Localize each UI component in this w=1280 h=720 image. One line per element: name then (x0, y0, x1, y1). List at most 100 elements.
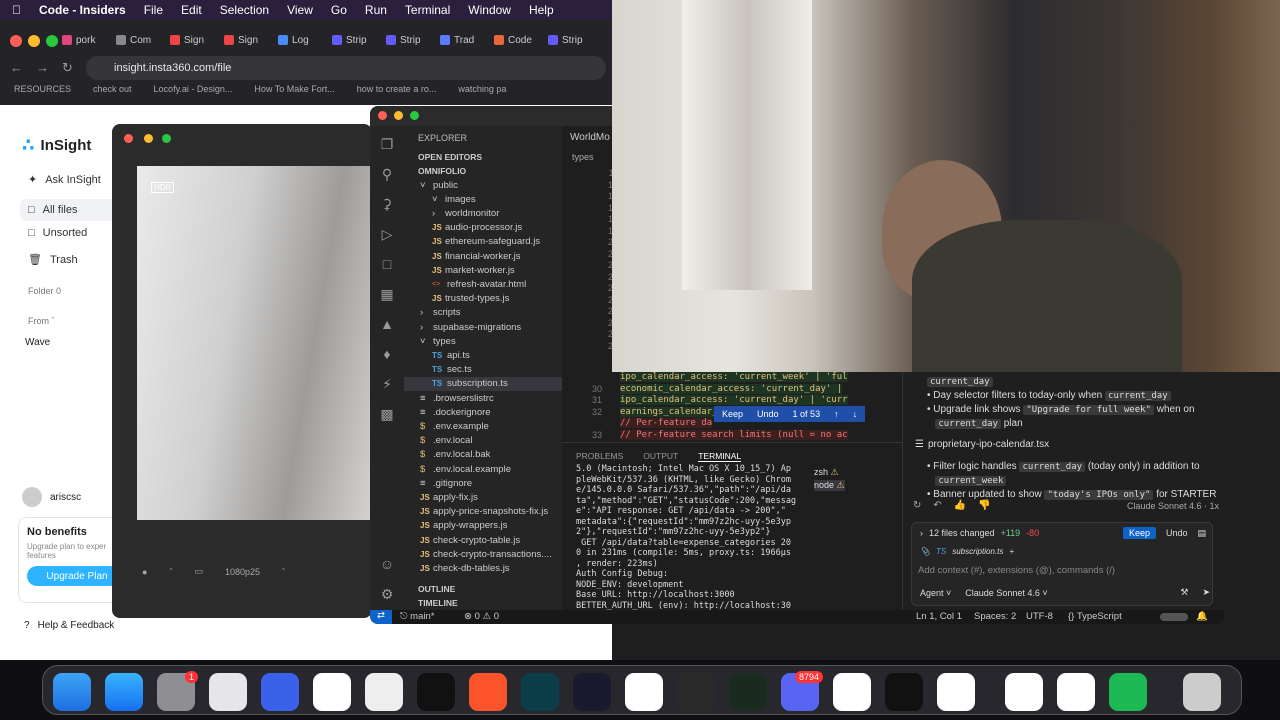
undo-all-button[interactable]: Undo (1162, 527, 1192, 539)
tree-item[interactable]: TS sec.ts (404, 363, 562, 377)
menu-window[interactable]: Window (468, 3, 511, 17)
menu-selection[interactable]: Selection (220, 3, 269, 17)
deploy-icon[interactable]: ⚡ (378, 376, 396, 394)
code-line[interactable]: // Per-feature search limits (null = no … (620, 429, 848, 440)
capcut-icon[interactable] (1057, 673, 1095, 711)
trash-icon[interactable] (1183, 673, 1221, 711)
cursor-position[interactable]: Ln 1, Col 1 (916, 611, 962, 622)
tree-item[interactable]: $ .env.local (404, 434, 562, 448)
editor-tab[interactable]: WorldMo (570, 132, 610, 143)
outline-section[interactable]: OUTLINE (404, 582, 562, 596)
model-selector[interactable]: Claude Sonnet 4.6 ˅ (965, 588, 1047, 598)
reload-icon[interactable]: ↻ (62, 60, 73, 76)
chat-input[interactable]: Add context (#), extensions (@), command… (918, 565, 1115, 576)
menu-file[interactable]: File (144, 3, 163, 17)
diff-view-icon[interactable]: ▤ (1197, 528, 1206, 539)
timeline-section[interactable]: TIMELINE (404, 596, 562, 610)
help-feedback[interactable]: ? Help & Feedback (24, 620, 114, 631)
code-line[interactable]: earnings_calendar_ (620, 406, 718, 417)
code-line[interactable]: // Per-feature da (620, 418, 713, 428)
tree-item[interactable]: ˅ public (404, 178, 562, 192)
chatgpt-alt-icon[interactable] (729, 673, 767, 711)
photos-icon[interactable] (313, 673, 351, 711)
bookmark-item[interactable]: check out (93, 84, 132, 94)
project-section[interactable]: OMNIFOLIO (404, 164, 562, 178)
browser-tab[interactable]: Log (278, 29, 328, 51)
tree-item[interactable]: TS api.ts (404, 348, 562, 362)
close-window-button[interactable] (124, 134, 133, 143)
arrow-down-icon[interactable]: ↓ (853, 409, 858, 419)
maximize-window-button[interactable] (162, 134, 171, 143)
browser-tab[interactable]: Strip (548, 29, 598, 51)
code-line[interactable]: ipo_calendar_access: 'current_day' | 'cu… (620, 395, 848, 405)
testing-icon[interactable]: ▲ (378, 316, 396, 334)
tree-item[interactable]: JS audio-processor.js (404, 221, 562, 235)
vscode-insiders-icon[interactable] (833, 673, 871, 711)
camera-icon[interactable]: ▭ (194, 566, 203, 577)
menu-terminal[interactable]: Terminal (405, 3, 450, 17)
explorer-icon[interactable]: ❐ (378, 136, 396, 154)
browser-tab[interactable]: Trad (440, 29, 490, 51)
tree-item[interactable]: ˅ types (404, 334, 562, 348)
tree-item[interactable]: JS financial-worker.js (404, 249, 562, 263)
back-icon[interactable]: ← (10, 60, 23, 75)
tree-item[interactable]: JS trusted-types.js (404, 292, 562, 306)
nav-ask-insight[interactable]: ✦ Ask InSight (28, 173, 101, 187)
retry-icon[interactable]: ↻ (913, 500, 921, 511)
cursor-icon[interactable] (521, 673, 559, 711)
quality-selector[interactable]: 1080p25 (225, 567, 260, 577)
remote-explorer-icon[interactable]: □ (378, 256, 396, 274)
send-icon[interactable]: ➤ (1202, 587, 1210, 598)
nav-trash[interactable]: 🗑 Trash (28, 253, 78, 267)
tree-item[interactable]: TS subscription.ts (404, 376, 562, 391)
menu-edit[interactable]: Edit (181, 3, 202, 17)
undo-change-button[interactable]: Undo (757, 409, 779, 419)
menu-view[interactable]: View (287, 3, 313, 17)
video-frame[interactable]: HDR (137, 166, 372, 520)
mode-selector[interactable]: Agent ˅ (920, 588, 951, 598)
minimize-window-button[interactable] (144, 134, 153, 143)
chevron-up-icon[interactable]: ˆ (282, 567, 285, 577)
tree-item[interactable]: ≡ .browserslistrc (404, 391, 562, 405)
tree-item[interactable]: ≡ .gitignore (404, 476, 562, 490)
user-profile[interactable]: ariscsc (22, 487, 81, 507)
chatgpt-icon[interactable] (937, 673, 975, 711)
chevron-up-icon[interactable]: ˆ (169, 567, 172, 577)
extensions-icon[interactable]: ▦ (378, 286, 396, 304)
finder-icon[interactable] (53, 673, 91, 711)
gmail-icon[interactable] (365, 673, 403, 711)
tree-item[interactable]: <> refresh-avatar.html (404, 277, 562, 291)
copilot-toggle[interactable] (1160, 613, 1188, 621)
tree-item[interactable]: JS market-worker.js (404, 263, 562, 277)
yandex-icon[interactable] (1005, 673, 1043, 711)
settings-gear-icon[interactable]: ⚙ (378, 586, 396, 604)
tree-item[interactable]: ˅ images (404, 192, 562, 206)
search-icon[interactable]: ⚲ (378, 166, 396, 184)
tradingview-icon[interactable] (417, 673, 455, 711)
remote-icon[interactable]: ⇄ (370, 610, 392, 624)
tree-item[interactable]: $ .env.local.example (404, 462, 562, 476)
keep-all-button[interactable]: Keep (1122, 527, 1156, 539)
indentation[interactable]: Spaces: 2 (974, 611, 1016, 622)
obs-icon[interactable] (677, 673, 715, 711)
undo-icon[interactable]: ↶ (933, 500, 941, 511)
tree-item[interactable]: ≡ .dockerignore (404, 405, 562, 419)
code-line[interactable]: ipo_calendar_access: 'current_week' | 'f… (620, 372, 848, 382)
bookmark-item[interactable]: RESOURCES (14, 84, 71, 94)
chevron-right-icon[interactable]: › (920, 528, 923, 538)
app-name[interactable]: Code - Insiders (39, 3, 126, 17)
browser-tab[interactable]: Sign (224, 29, 274, 51)
bookmark-item[interactable]: how to create a ro... (357, 84, 437, 94)
nav-unsorted[interactable]: □ Unsorted (28, 227, 87, 239)
close-window-button[interactable] (378, 111, 387, 120)
browser-tab[interactable]: pork (62, 29, 112, 51)
docker-icon[interactable]: ▩ (378, 406, 396, 424)
browser-tab[interactable]: Strip (386, 29, 436, 51)
branch-indicator[interactable]: ⎋ main* (400, 611, 434, 622)
tab-terminal[interactable]: TERMINAL (698, 451, 742, 462)
python-icon[interactable]: ♦ (378, 346, 396, 364)
context-chip[interactable]: 📎 TS subscription.ts + (920, 547, 1014, 556)
chrome-icon[interactable] (625, 673, 663, 711)
problems-indicator[interactable]: ⊗ 0 ⚠ 0 (464, 611, 499, 622)
language-mode[interactable]: {} TypeScript (1068, 611, 1122, 622)
